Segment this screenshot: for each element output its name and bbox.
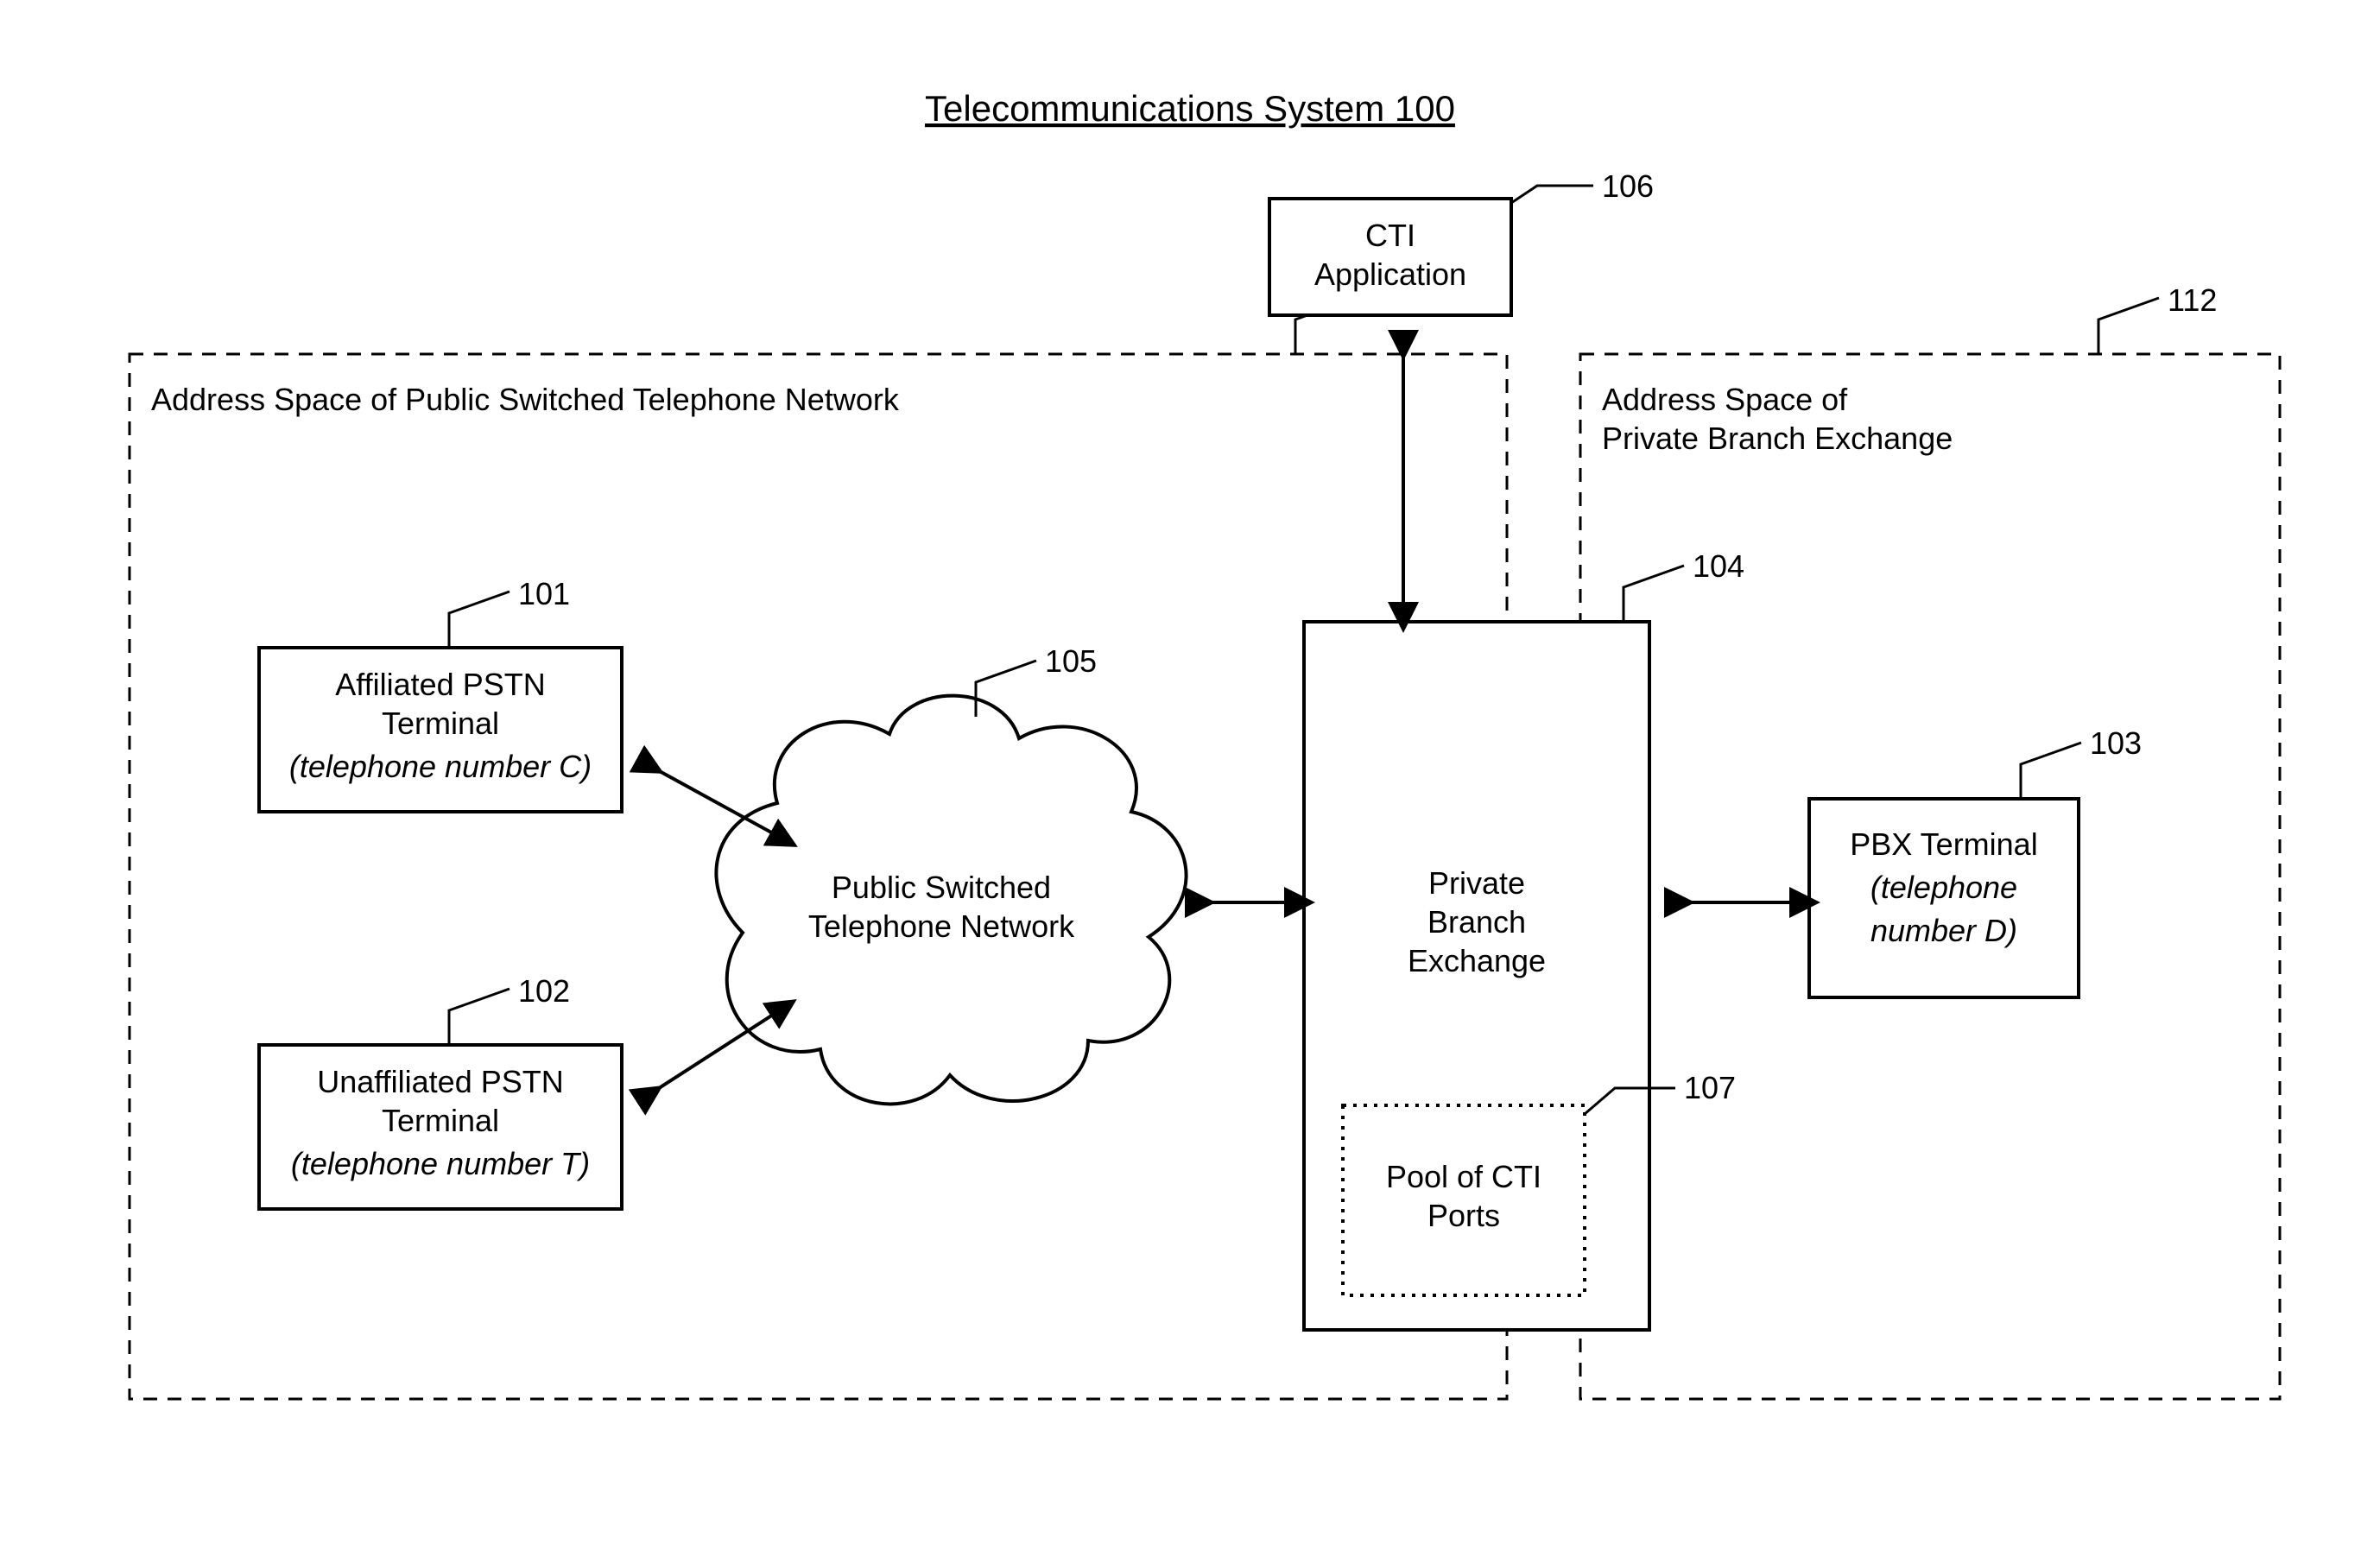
num-106: 106 [1602,168,1654,204]
unaff-l1: Unaffiliated PSTN [317,1064,563,1099]
pool-l1: Pool of CTI [1386,1159,1541,1194]
arrow-aff-cloud [639,760,773,833]
cloud-l1: Public Switched [832,870,1051,905]
unaff-l2: Terminal [382,1103,499,1138]
num-104: 104 [1693,548,1744,584]
pbx-space-label-2: Private Branch Exchange [1602,421,1953,456]
num-102: 102 [518,973,570,1009]
pbxterm-l1: PBX Terminal [1850,826,2037,862]
num-112: 112 [2168,282,2217,318]
leader-106 [1511,186,1593,203]
unaff-l3: (telephone number T) [291,1146,590,1181]
cloud-l2: Telephone Network [808,908,1075,944]
pbxterm-l3: number D) [1870,913,2017,948]
leader-112 [2098,298,2159,354]
num-107: 107 [1684,1070,1736,1105]
diagram-title: Telecommunications System 100 [925,88,1455,129]
diagram-canvas: Telecommunications System 100 Address Sp… [0,0,2380,1557]
aff-l2: Terminal [382,706,499,741]
aff-l1: Affiliated PSTN [335,667,545,702]
cti-app-l1: CTI [1365,218,1415,253]
leader-103 [2021,743,2081,799]
num-105: 105 [1045,643,1097,679]
aff-l3: (telephone number C) [289,749,592,784]
pstn-space-label: Address Space of Public Switched Telepho… [151,382,900,417]
leader-102 [449,989,510,1045]
arrow-unaff-cloud [639,1015,773,1101]
pbx-l2: Branch [1427,904,1526,940]
num-103: 103 [2090,725,2142,761]
leader-104 [1624,566,1684,622]
leader-101 [449,592,510,648]
num-101: 101 [518,576,570,611]
cti-app-l2: Application [1314,256,1466,292]
pbx-l3: Exchange [1408,943,1546,978]
pbxterm-l2: (telephone [1870,870,2017,905]
pbx-space-label-1: Address Space of [1602,382,1848,417]
pool-l2: Ports [1427,1198,1500,1233]
pbx-l1: Private [1428,865,1525,901]
